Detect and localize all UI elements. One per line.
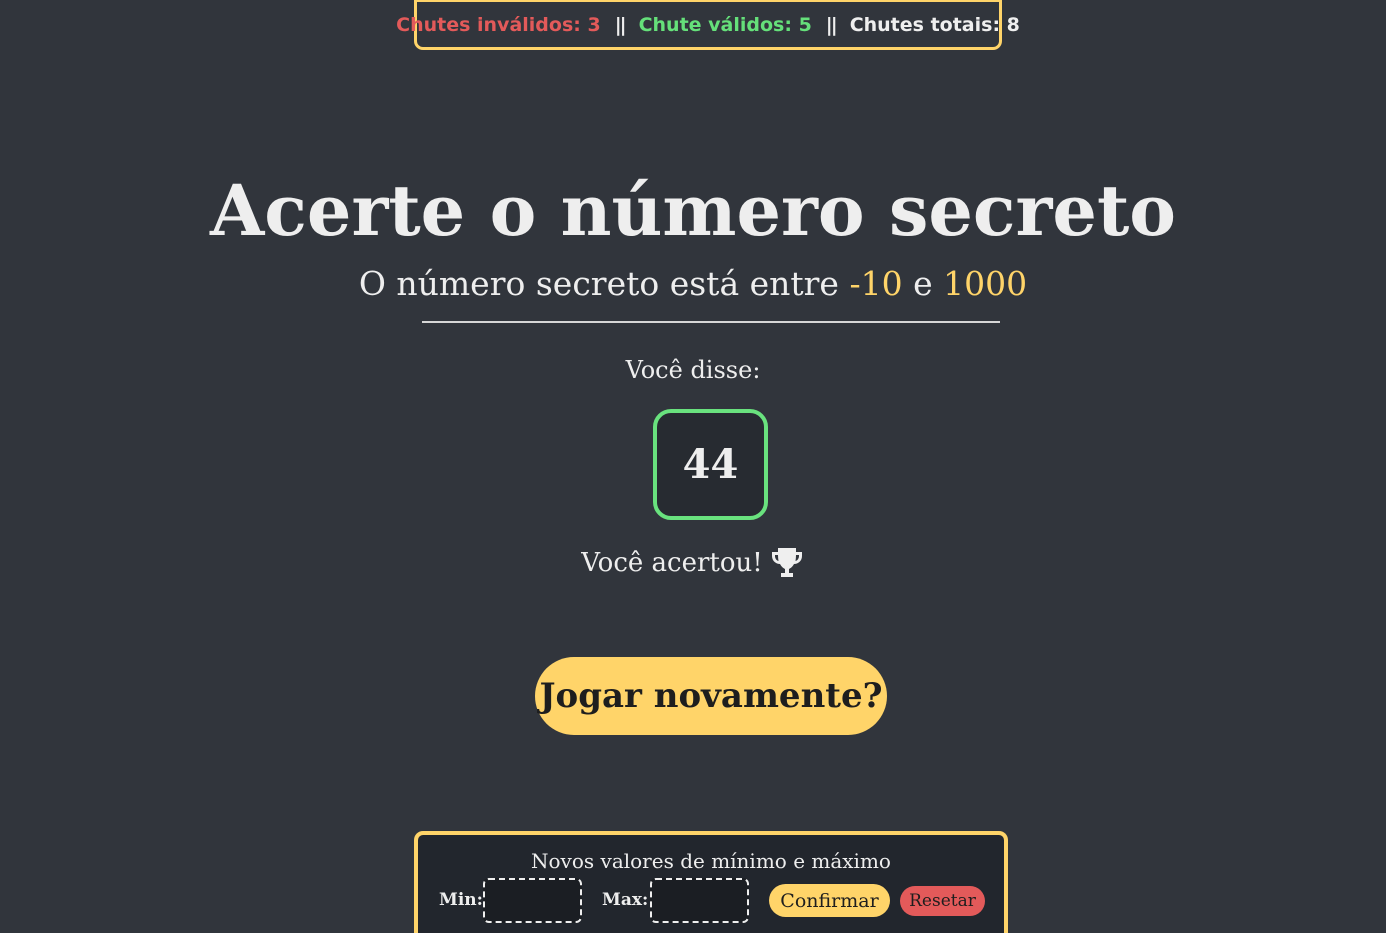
you-said-label: Você disse:: [625, 356, 761, 384]
max-input[interactable]: [650, 878, 749, 923]
range-connector: e: [913, 264, 933, 303]
play-again-button[interactable]: Jogar novamente?: [535, 657, 887, 735]
range-min: -10: [849, 264, 903, 303]
valid-guesses-count: Chute válidos: 5: [638, 13, 812, 36]
total-guesses-count: Chutes totais: 8: [849, 13, 1020, 36]
reset-button[interactable]: Resetar: [900, 886, 985, 916]
min-label: Min:: [439, 890, 483, 910]
confirm-button[interactable]: Confirmar: [769, 884, 890, 917]
guess-value-box: 44: [653, 409, 768, 520]
range-prefix: O número secreto está entre: [358, 264, 839, 303]
invalid-guesses-count: Chutes inválidos: 3: [396, 13, 601, 36]
stats-separator: ||: [825, 13, 838, 36]
stats-separator: ||: [614, 13, 627, 36]
trophy-icon: [769, 546, 805, 580]
settings-row: Min: Max: Confirmar Resetar: [418, 877, 1004, 923]
guess-stats-bar: Chutes inválidos: 3 || Chute válidos: 5 …: [396, 0, 1020, 50]
range-max: 1000: [943, 264, 1028, 303]
guess-value: 44: [682, 441, 739, 488]
result-text: Você acertou!: [581, 548, 763, 578]
range-settings-panel: Novos valores de mínimo e máximo Min: Ma…: [414, 831, 1008, 933]
divider: [422, 321, 1000, 323]
game-page: Chutes inválidos: 3 || Chute válidos: 5 …: [0, 0, 1386, 933]
min-input[interactable]: [483, 878, 582, 923]
settings-title: Novos valores de mínimo e máximo: [531, 849, 891, 873]
range-subtitle: O número secreto está entre -10 e 1000: [0, 262, 1386, 306]
max-label: Max:: [602, 890, 649, 910]
page-title: Acerte o número secreto: [210, 169, 1176, 252]
result-message: Você acertou!: [0, 543, 1386, 583]
